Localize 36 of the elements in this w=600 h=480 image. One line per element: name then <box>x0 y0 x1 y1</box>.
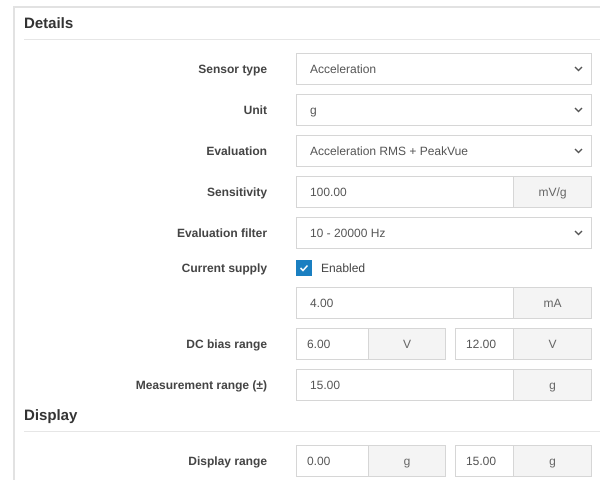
dropdown[interactable]: g <box>296 94 592 126</box>
field-label: Display range <box>188 454 267 468</box>
unit-label: g <box>514 445 592 477</box>
chevron-icon <box>574 230 583 236</box>
field-label: Evaluation <box>206 144 267 158</box>
field-label: DC bias range <box>186 337 267 351</box>
field-label: Evaluation filter <box>176 226 267 240</box>
input-field[interactable]: 15.00 <box>296 369 514 401</box>
dropdown[interactable]: Acceleration <box>296 53 592 85</box>
chevron-icon <box>574 148 583 154</box>
input-field[interactable]: 4.00 <box>296 287 514 319</box>
checkbox[interactable] <box>296 260 312 276</box>
dropdown[interactable]: 10 - 20000 Hz <box>296 217 592 249</box>
field-label: Current supply <box>182 261 267 275</box>
section-title: Display <box>24 407 600 432</box>
checkbox-label: Enabled <box>321 261 366 275</box>
unit-label: V <box>369 328 446 360</box>
unit-label: g <box>514 369 592 401</box>
unit-label: g <box>369 445 446 477</box>
input-field[interactable]: 6.00 <box>296 328 369 360</box>
section-title: Details <box>24 8 600 40</box>
check-icon <box>299 264 309 272</box>
field-label: Sensor type <box>198 62 267 76</box>
input-field[interactable]: 0.00 <box>296 445 369 477</box>
unit-label: V <box>514 328 592 360</box>
input-field[interactable]: 100.00 <box>296 176 514 208</box>
field-label: Sensitivity <box>206 185 267 199</box>
field-label: Measurement range (±) <box>136 378 267 392</box>
input-field[interactable]: 15.00 <box>455 445 514 477</box>
input-field[interactable]: 12.00 <box>455 328 514 360</box>
chevron-icon <box>574 66 583 72</box>
dropdown[interactable]: Acceleration RMS + PeakVue <box>296 135 592 167</box>
unit-label: mV/g <box>514 176 592 208</box>
field-label: Unit <box>244 103 267 117</box>
chevron-icon <box>574 107 583 113</box>
unit-label: mA <box>514 287 592 319</box>
